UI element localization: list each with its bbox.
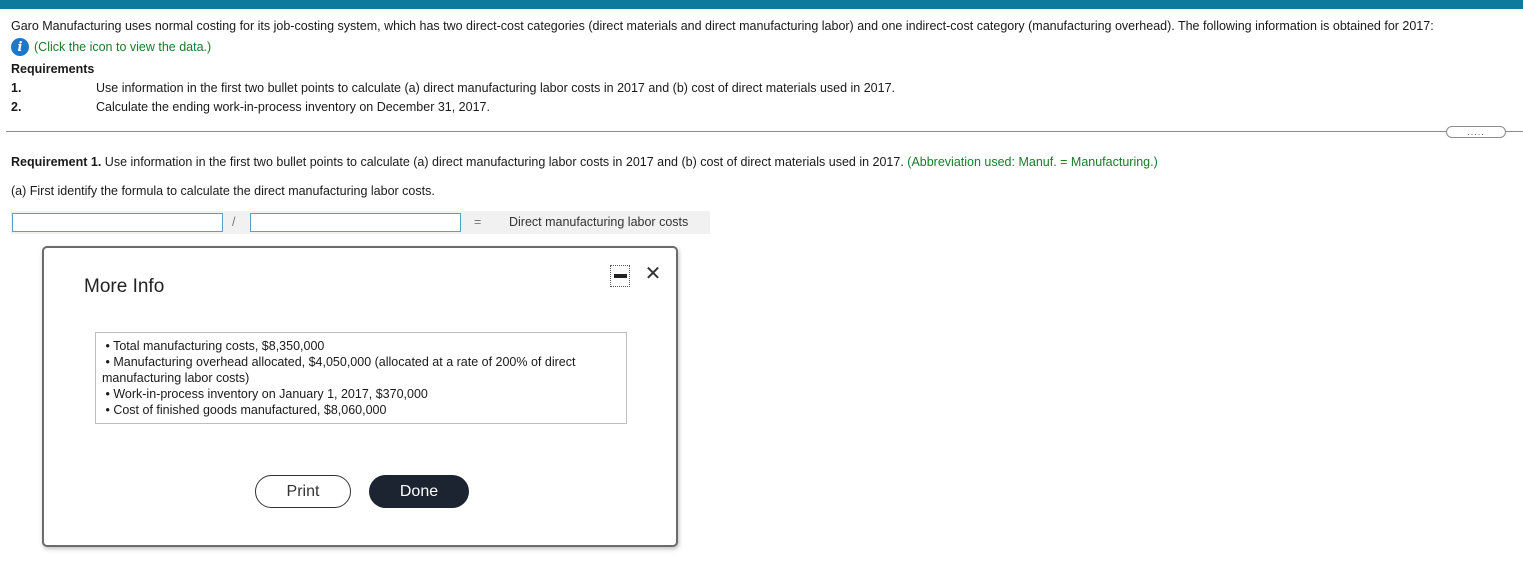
formula-result-label: Direct manufacturing labor costs: [509, 215, 689, 229]
section-divider: [6, 131, 1446, 132]
formula-equals: =: [474, 215, 482, 229]
requirement-1-label: Requirement 1.: [11, 155, 102, 169]
data-bullet: • Manufacturing overhead allocated, $4,0…: [102, 355, 576, 385]
data-info-box: • Total manufacturing costs, $8,350,000 …: [95, 332, 627, 424]
formula-input-denominator[interactable]: [250, 213, 461, 232]
data-bullet: • Total manufacturing costs, $8,350,000: [102, 339, 325, 353]
expand-collapse-button[interactable]: .....: [1446, 126, 1506, 138]
formula-input-numerator[interactable]: [12, 213, 223, 232]
requirement-text: Calculate the ending work-in-process inv…: [96, 100, 490, 114]
part-a-instruction: (a) First identify the formula to calcul…: [11, 184, 435, 198]
view-data-link-text[interactable]: (Click the icon to view the data.): [34, 40, 211, 54]
data-bullet: • Work-in-process inventory on January 1…: [102, 387, 428, 401]
requirement-number: 2.: [11, 100, 22, 114]
close-icon[interactable]: ✕: [642, 261, 664, 285]
requirement-1-prompt: Requirement 1. Use information in the fi…: [11, 155, 1158, 169]
requirement-text: Use information in the first two bullet …: [96, 81, 896, 95]
requirement-1-text: Use information in the first two bullet …: [101, 155, 908, 169]
more-info-dialog: More Info ✕ • Total manufacturing costs,…: [42, 246, 678, 547]
top-accent-bar: [0, 0, 1523, 9]
formula-operator: /: [232, 215, 236, 229]
requirement-item: 1. Use information in the first two bull…: [11, 81, 895, 95]
section-divider-tail: [1505, 131, 1523, 132]
info-icon[interactable]: i: [11, 38, 29, 56]
requirement-number: 1.: [11, 81, 22, 95]
minimize-icon[interactable]: [610, 265, 630, 287]
dialog-title: More Info: [84, 276, 165, 297]
view-data-link[interactable]: i (Click the icon to view the data.): [11, 38, 211, 56]
data-bullet: • Cost of finished goods manufactured, $…: [102, 403, 387, 417]
requirement-item: 2. Calculate the ending work-in-process …: [11, 100, 490, 114]
formula-row: / = Direct manufacturing labor costs: [11, 211, 710, 234]
print-button[interactable]: Print: [255, 475, 351, 508]
abbreviation-note: (Abbreviation used: Manuf. = Manufacturi…: [907, 155, 1158, 169]
done-button[interactable]: Done: [369, 475, 469, 508]
requirements-heading: Requirements: [11, 62, 95, 76]
problem-intro-text: Garo Manufacturing uses normal costing f…: [11, 19, 1434, 33]
